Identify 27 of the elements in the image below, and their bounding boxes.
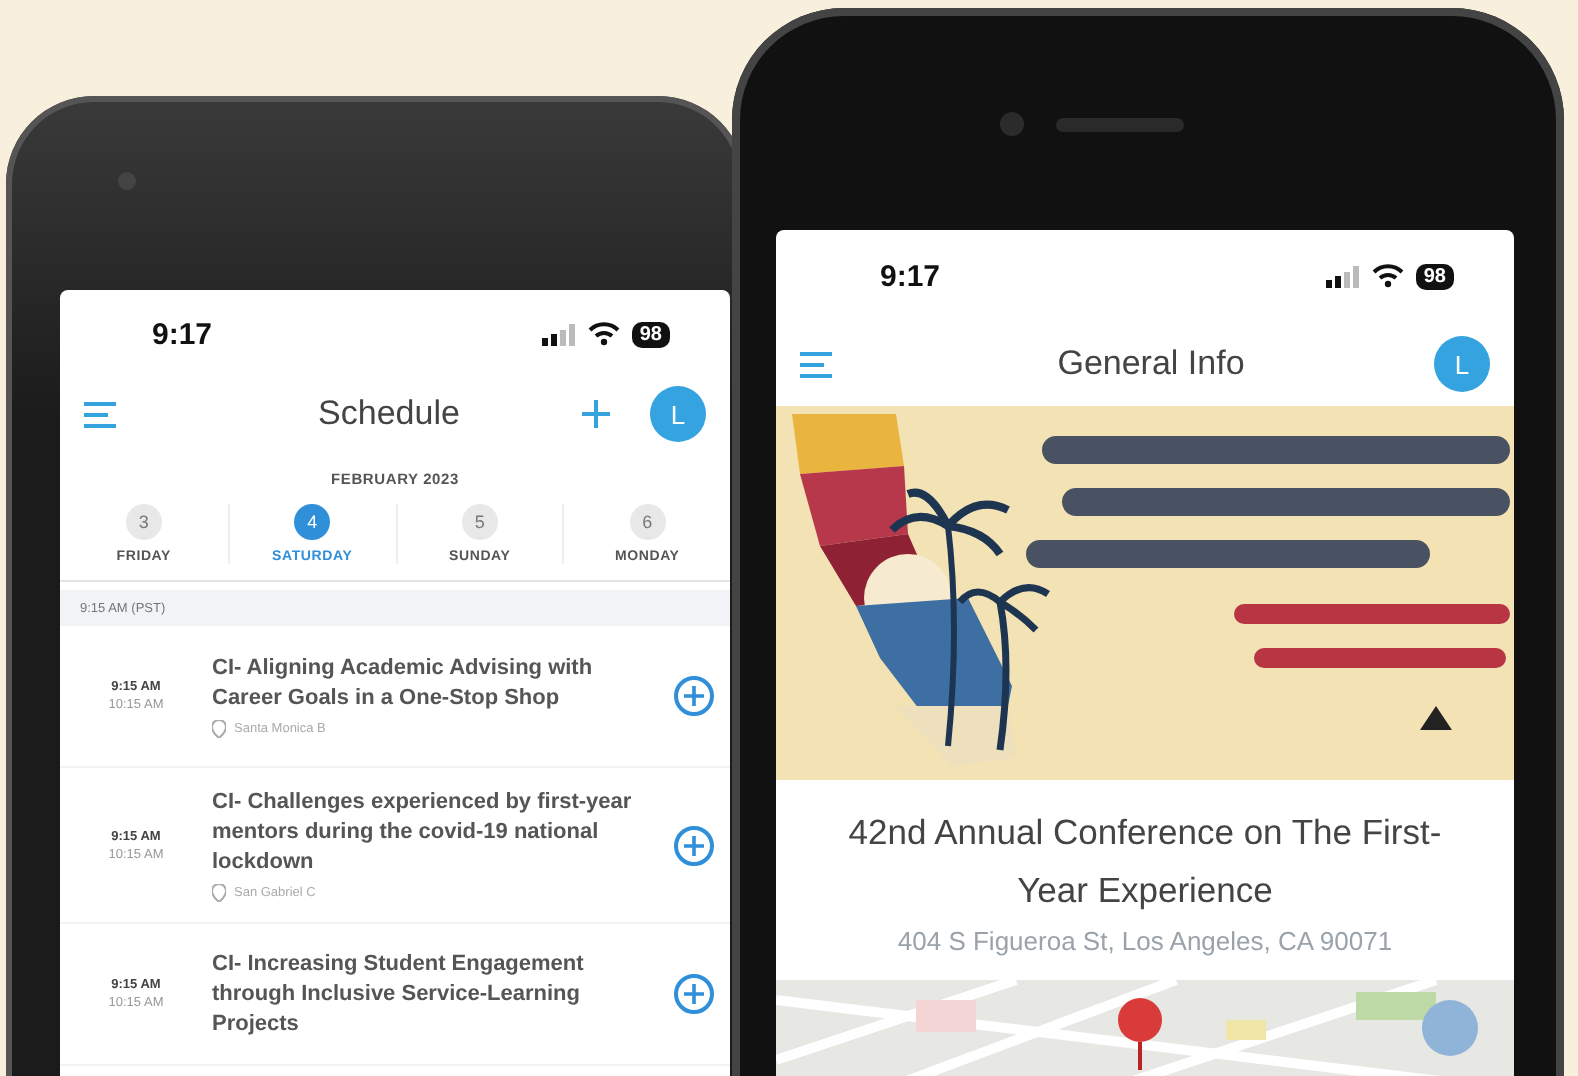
speaker-grille	[1056, 117, 1184, 131]
location-pin-icon	[212, 720, 226, 738]
plus-icon	[684, 686, 704, 706]
session-title[interactable]: CI- Increasing Student Engagement through Inclusive Service-Learning Projects	[212, 949, 658, 1039]
add-icon[interactable]	[582, 400, 610, 428]
screen-title: Schedule	[316, 394, 462, 434]
screen-title: General Info	[1055, 344, 1247, 384]
camera-lens	[1000, 112, 1024, 136]
menu-icon[interactable]	[84, 401, 116, 427]
status-time: 9:17	[152, 317, 215, 351]
battery-indicator: 98	[631, 321, 670, 347]
event-title: 42nd Annual Conference on The First-Year Experience	[846, 810, 1444, 914]
session-title[interactable]: CI- Challenges experienced by first-year mentors during the covid-19 national lockdown	[212, 788, 658, 878]
signal-icon	[541, 323, 576, 345]
wifi-icon	[587, 322, 620, 346]
session-title[interactable]: CI- Aligning Academic Advising with Career Goals in a One-Stop Shop	[212, 654, 658, 714]
wifi-icon	[1371, 264, 1404, 288]
add-session-button[interactable]	[674, 974, 714, 1014]
menu-icon[interactable]	[800, 351, 832, 377]
signal-icon	[1325, 265, 1360, 287]
plus-icon	[684, 984, 704, 1004]
plus-icon	[684, 835, 704, 855]
add-session-button[interactable]	[674, 676, 714, 716]
status-time: 9:17	[880, 259, 943, 293]
add-session-button[interactable]	[674, 825, 714, 865]
location-pin-icon	[212, 884, 226, 902]
battery-indicator: 98	[1415, 263, 1454, 289]
